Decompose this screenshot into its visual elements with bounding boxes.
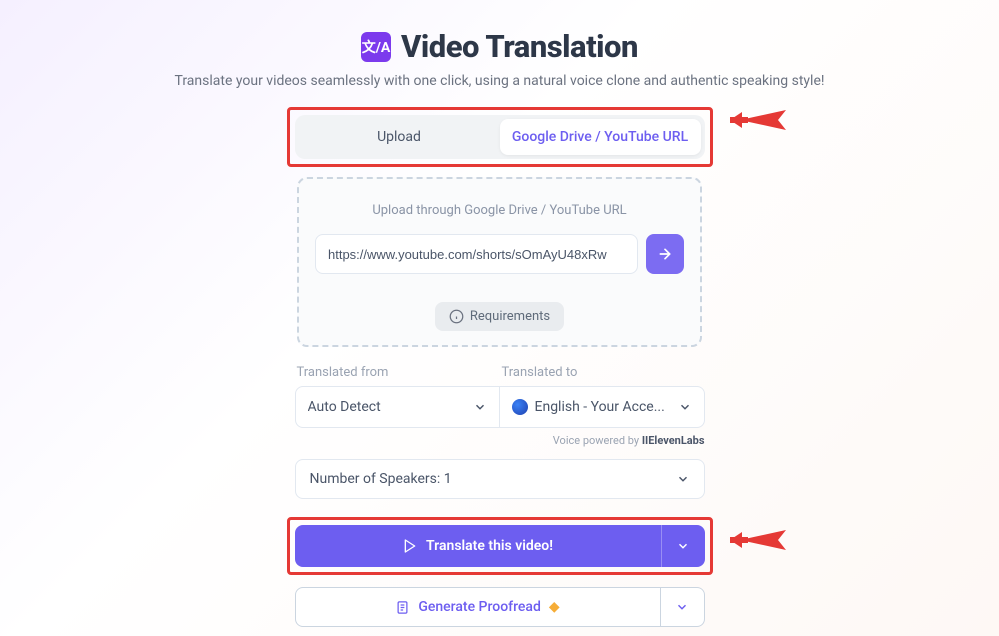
generate-proofread-dropdown-button[interactable] — [661, 587, 705, 627]
tab-url[interactable]: Google Drive / YouTube URL — [500, 119, 701, 155]
gem-icon: ◆ — [549, 599, 560, 615]
source-tabs: Upload Google Drive / YouTube URL — [295, 115, 705, 159]
play-send-icon — [402, 538, 418, 554]
chevron-down-icon — [676, 472, 690, 486]
page-subtitle: Translate your videos seamlessly with on… — [174, 73, 824, 89]
chevron-down-icon — [678, 400, 692, 414]
page-title: Video Translation — [401, 28, 638, 65]
upload-panel: Upload through Google Drive / YouTube UR… — [297, 177, 702, 347]
info-icon — [449, 309, 464, 324]
translated-to-select[interactable]: English - Your Acce... — [500, 386, 705, 428]
document-icon — [395, 600, 410, 615]
chevron-down-icon — [473, 400, 487, 414]
translated-from-label: Translated from — [295, 365, 500, 380]
requirements-button[interactable]: Requirements — [435, 302, 564, 331]
primary-highlight-box: Translate this video! — [287, 517, 713, 575]
voice-credit: Voice powered by IIElevenLabs — [295, 434, 705, 447]
speakers-select[interactable]: Number of Speakers: 1 — [295, 459, 705, 499]
translate-dropdown-button[interactable] — [661, 525, 705, 567]
tabs-highlight-box: Upload Google Drive / YouTube URL — [287, 107, 713, 167]
arrow-right-icon — [657, 246, 673, 262]
generate-proofread-button[interactable]: Generate Proofread ◆ — [295, 587, 661, 627]
translated-to-label: Translated to — [500, 365, 705, 380]
annotation-arrow-icon — [728, 524, 790, 558]
speakers-value: Number of Speakers: 1 — [310, 471, 452, 487]
globe-icon — [512, 399, 528, 415]
translated-to-value: English - Your Acce... — [535, 399, 665, 415]
annotation-arrow-icon — [728, 104, 790, 138]
header: 文/A Video Translation Translate your vid… — [174, 28, 824, 89]
translate-button[interactable]: Translate this video! — [295, 525, 661, 567]
translate-button-label: Translate this video! — [426, 538, 553, 554]
url-input[interactable] — [315, 234, 638, 274]
translated-from-select[interactable]: Auto Detect — [295, 386, 500, 428]
submit-url-button[interactable] — [646, 234, 684, 274]
upload-caption: Upload through Google Drive / YouTube UR… — [315, 203, 684, 218]
chevron-down-icon — [675, 600, 689, 614]
tab-upload[interactable]: Upload — [299, 119, 500, 155]
generate-proofread-label: Generate Proofread — [418, 599, 541, 615]
translated-from-value: Auto Detect — [308, 399, 381, 415]
translate-logo-icon: 文/A — [361, 32, 391, 62]
chevron-down-icon — [676, 539, 690, 553]
requirements-label: Requirements — [470, 309, 550, 324]
